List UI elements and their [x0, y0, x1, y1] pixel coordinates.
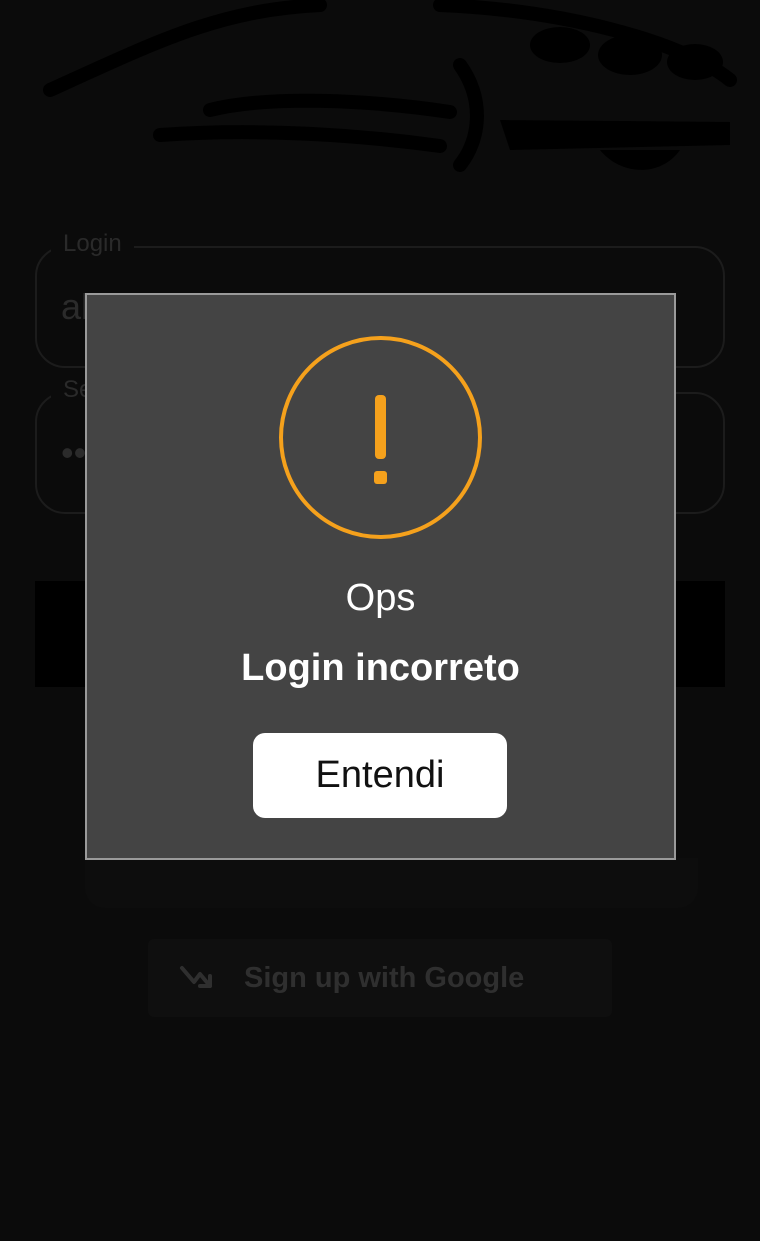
confirm-button[interactable]: Entendi: [253, 733, 507, 818]
dialog-title: Ops: [345, 577, 416, 619]
warning-icon: [279, 336, 482, 539]
login-screen: Login al Se •• Sign up with Google Ops L…: [0, 0, 760, 1241]
exclamation-icon: [374, 395, 387, 484]
dialog-message: Login incorreto: [241, 647, 520, 689]
alert-dialog: Ops Login incorreto Entendi: [85, 293, 676, 860]
